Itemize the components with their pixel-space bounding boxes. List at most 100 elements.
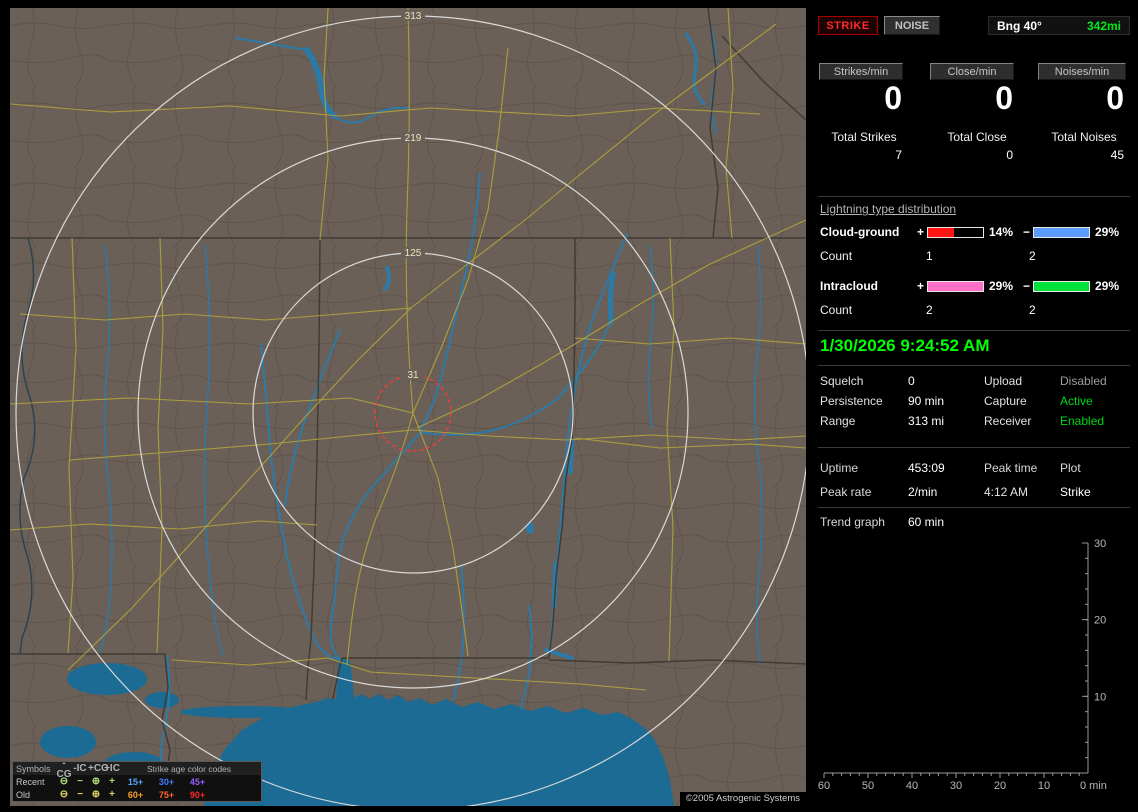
count-label: Count [820,303,853,317]
noise-button[interactable]: NOISE [884,16,940,35]
settings-row-persistence: Persistence 90 min Capture Active [820,394,1132,408]
persistence-value: 90 min [908,394,945,408]
info-row-1: Uptime 453:09 Peak time Plot [820,461,1132,475]
capture-status: Active [1060,394,1093,408]
legend-symbols-label: Symbols [16,763,51,774]
app-window: 313 219 125 31 Symbols -CG -IC +CG +IC Stri… [0,0,1138,812]
axis-tick-label: 30 [950,780,962,792]
trend-graph: 30 20 10 60 50 40 30 20 10 0 min [818,538,1107,792]
ic-plus-bar-fill [928,281,983,291]
plot-value: Strike [1060,485,1091,499]
range-label: Range [820,414,856,428]
ring-distance-label: 125 [405,248,422,259]
upload-status: Disabled [1060,374,1107,388]
pos-cg-old-icon: ⊕ [91,789,101,800]
bearing-value: 342mi [1086,18,1121,33]
cloud-ground-count-row: Count 1 2 [820,249,1132,263]
distribution-title: Lightning type distribution [820,202,957,216]
receiver-status: Enabled [1060,414,1105,428]
lightning-map: 313 219 125 31 Symbols -CG -IC +CG +IC Stri… [10,8,806,806]
receiver-label: Receiver [984,414,1032,428]
minus-sign: − [1022,225,1030,239]
map-legend: Symbols -CG -IC +CG +IC Strike age color… [12,758,262,802]
bearing-display: Bng 40° 342mi [988,16,1130,35]
age-30: 30+ [158,776,175,787]
peak-rate-label: Peak rate [820,485,872,499]
noises-rate-value: 0 [1106,80,1124,116]
close-per-min-button[interactable]: Close/min [930,63,1014,80]
legend-header-row: Symbols -CG -IC +CG +IC Strike age color… [13,758,261,780]
cg-minus-pct: 29% [1095,225,1120,239]
axis-tick-label: 40 [906,780,918,792]
axis-tick-label: 10 [1094,691,1106,703]
ic-plus-bar [927,280,984,292]
cloud-ground-label: Cloud-ground [820,225,900,239]
axis-tick-label: 20 [1094,615,1106,627]
cg-minus-count: 2 [1029,249,1036,263]
peak-time-label: Peak time [984,461,1038,475]
plus-sign: + [916,279,924,293]
squelch-label: Squelch [820,374,864,388]
upload-label: Upload [984,374,1023,388]
trend-graph-value: 60 min [908,515,945,529]
trend-graph-label: Trend graph [820,515,885,529]
axis-tick-label: 20 [994,780,1006,792]
legend-age-title: Strike age color codes [146,763,232,774]
settings-row-range: Range 313 mi Receiver Enabled [820,414,1132,428]
trend-graph-row: Trend graph 60 min [820,515,1132,529]
squelch-value: 0 [908,374,915,388]
neg-ic-old-icon: − [77,789,83,800]
strikes-rate-value: 0 [884,80,902,116]
axis-tick-label: 60 [818,780,830,792]
legend-old-label: Old [16,789,31,800]
cg-plus-bar-fill [928,227,955,237]
plus-sign: + [916,225,924,239]
ic-plus-count: 2 [926,303,933,317]
capture-label: Capture [984,394,1027,408]
total-noises-value: 45 [1110,148,1124,162]
strikes-per-min-button[interactable]: Strikes/min [819,63,903,80]
divider [818,330,1130,331]
ic-plus-pct: 29% [989,279,1014,293]
current-datetime: 1/30/2026 9:24:52 AM [820,336,990,355]
legend-recent-label: Recent [16,776,45,787]
info-row-2: Peak rate 2/min 4:12 AM Strike [820,485,1132,499]
ic-minus-bar [1033,280,1090,292]
total-strikes-label: Total Strikes [831,130,897,144]
divider [818,196,1130,197]
divider [818,507,1130,508]
axis-tick-label: 50 [862,780,874,792]
noises-per-min-button[interactable]: Noises/min [1038,63,1126,80]
ring-distance-label: 31 [407,370,419,381]
divider [818,365,1130,366]
total-close-value: 0 [1006,148,1013,162]
age-75: 75+ [158,789,175,800]
ic-minus-pct: 29% [1095,279,1120,293]
total-noises-label: Total Noises [1051,130,1117,144]
plot-label: Plot [1060,461,1081,475]
axis-tick-label: 10 [1038,780,1050,792]
ic-minus-bar-fill [1034,281,1089,291]
uptime-value: 453:09 [908,461,945,475]
legend-col-neg-ic: -IC [73,763,87,774]
ring-distance-label: 219 [405,133,422,144]
cg-plus-count: 1 [926,249,933,263]
pos-ic-old-icon: + [109,789,115,800]
strike-button[interactable]: STRIKE [818,16,878,35]
intracloud-row: Intracloud + 29% − 29% [820,279,1132,293]
ic-minus-count: 2 [1029,303,1036,317]
neg-cg-recent-icon: ⊖ [59,776,69,787]
age-15: 15+ [127,776,144,787]
cg-plus-bar [927,226,984,238]
uptime-label: Uptime [820,461,859,475]
close-rate-value: 0 [995,80,1013,116]
pos-cg-recent-icon: ⊕ [91,776,101,787]
cg-plus-pct: 14% [989,225,1014,239]
copyright-notice: ©2005 Astrogenic Systems [679,792,806,806]
total-strikes-value: 7 [895,148,902,162]
intracloud-count-row: Count 2 2 [820,303,1132,317]
ring-distance-label: 313 [405,11,422,22]
settings-row-squelch: Squelch 0 Upload Disabled [820,374,1132,388]
age-45: 45+ [189,776,206,787]
age-90: 90+ [189,789,206,800]
